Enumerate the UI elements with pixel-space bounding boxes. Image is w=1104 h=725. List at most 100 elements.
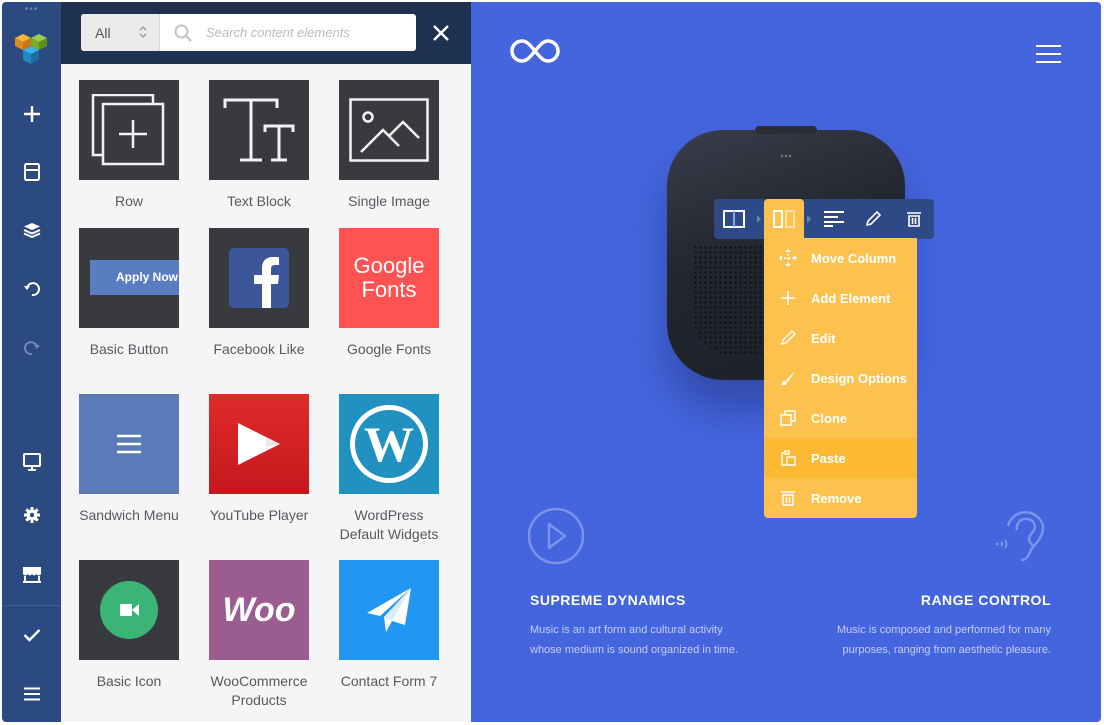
element-label: Google Fonts [346, 341, 432, 357]
element-label: Basic Button [89, 341, 169, 357]
paper-plane-icon [367, 588, 411, 632]
element-controls-button[interactable] [815, 199, 853, 239]
element-contact-form-7[interactable]: Contact Form 7 [324, 560, 454, 691]
panel-header: All [61, 2, 471, 64]
undo-icon [23, 282, 40, 297]
button-preview: Apply Now [90, 260, 179, 295]
feature-supreme-dynamics: SUPREME DYNAMICS Music is an art form an… [530, 592, 790, 660]
clone-icon [779, 410, 796, 426]
plus-icon [780, 291, 795, 305]
element-basic-button[interactable]: Apply Now Basic Button [64, 228, 194, 359]
remove-button[interactable] [894, 199, 934, 239]
close-icon[interactable] [431, 23, 451, 43]
redo-button[interactable] [2, 328, 61, 368]
play-circle-icon [527, 507, 585, 565]
publish-button[interactable] [2, 615, 61, 655]
hamburger-icon [23, 687, 40, 701]
menu-item-add-element[interactable]: Add Element [764, 278, 917, 318]
hub-button[interactable] [2, 555, 61, 595]
feature-line: Music is an art form and cultural activi… [530, 624, 723, 636]
menu-item-move-column[interactable]: Move Column [764, 238, 917, 278]
element-thumbnail [79, 560, 179, 660]
label-line: WordPress [354, 507, 424, 523]
feature-text: Music is composed and performed for many… [801, 620, 1051, 660]
element-facebook-like[interactable]: Facebook Like [194, 228, 324, 359]
menu-item-paste[interactable]: Paste [764, 438, 917, 478]
row-icon [91, 94, 165, 166]
feature-range-control: RANGE CONTROL Music is composed and perf… [801, 592, 1051, 660]
element-thumbnail: W [339, 394, 439, 494]
menu-item-edit[interactable]: Edit [764, 318, 917, 358]
row-controls-button[interactable] [714, 199, 754, 239]
search-input[interactable] [206, 25, 416, 40]
element-label: Sandwich Menu [79, 507, 179, 523]
element-google-fonts[interactable]: Google Fonts Google Fonts [324, 228, 454, 359]
templates-button[interactable] [2, 152, 61, 192]
search-field [160, 14, 416, 51]
element-thumbnail [339, 80, 439, 180]
element-sandwich-menu[interactable]: Sandwich Menu [64, 394, 194, 525]
infinity-icon[interactable] [509, 38, 561, 64]
tree-view-button[interactable] [2, 210, 61, 250]
plus-icon [23, 106, 40, 122]
feature-line: Music is composed and performed for many [837, 624, 1051, 636]
menu-item-label: Edit [811, 330, 836, 346]
move-icon [778, 249, 797, 267]
woo-icon: Woo [222, 590, 296, 629]
store-icon [22, 567, 41, 583]
menu-item-label: Clone [811, 410, 848, 426]
element-thumbnail [209, 228, 309, 328]
visual-composer-logo[interactable] [13, 28, 49, 68]
youtube-play-icon [238, 423, 280, 465]
element-wordpress-widgets[interactable]: W WordPress Default Widgets [324, 394, 454, 544]
redo-icon [23, 341, 40, 356]
template-icon [23, 163, 40, 181]
element-row[interactable]: Row [64, 80, 194, 211]
element-label: Single Image [348, 193, 430, 209]
column-controls-button[interactable] [764, 199, 804, 239]
element-thumbnail: Woo [209, 560, 309, 660]
menu-item-label: Move Column [811, 250, 897, 266]
gear-icon [23, 507, 40, 523]
element-thumbnail: Google Fonts [339, 228, 439, 328]
pencil-icon [865, 211, 881, 227]
undo-button[interactable] [2, 269, 61, 309]
menu-item-label: Design Options [811, 370, 908, 386]
breadcrumb-arrow [757, 215, 761, 223]
monitor-icon [22, 453, 41, 471]
element-text-block[interactable]: Text Block [194, 80, 324, 211]
element-basic-icon[interactable]: Basic Icon [64, 560, 194, 691]
text-align-icon [824, 211, 844, 227]
element-label: WooCommerce Products [194, 672, 324, 710]
element-thumbnail [79, 80, 179, 180]
category-select[interactable]: All [81, 14, 160, 51]
google-fonts-icon-sub: Fonts [361, 277, 417, 302]
menu-item-design-options[interactable]: Design Options [764, 358, 917, 398]
add-element-panel: All Row Text Block [61, 2, 471, 722]
menu-item-clone[interactable]: Clone [764, 398, 917, 438]
add-element-button[interactable] [2, 94, 61, 134]
check-icon [23, 629, 40, 642]
page-canvas: Move Column Add Element Edit Design Opti… [471, 2, 1101, 722]
element-label: Row [114, 193, 143, 209]
column-layout-icon [773, 210, 795, 228]
column-controls-toolbar [714, 199, 934, 239]
edit-button[interactable] [854, 199, 892, 239]
element-label: WordPress Default Widgets [324, 506, 454, 544]
row-layout-icon [723, 210, 745, 228]
menu-item-label: Paste [811, 450, 846, 466]
text-block-icon [223, 98, 295, 162]
element-thumbnail: Apply Now [79, 228, 179, 328]
menu-item-remove[interactable]: Remove [764, 478, 917, 518]
element-woocommerce-products[interactable]: Woo WooCommerce Products [194, 560, 324, 710]
facebook-icon [229, 248, 289, 308]
element-single-image[interactable]: Single Image [324, 80, 454, 211]
drag-handle[interactable]: ••• [2, 5, 61, 15]
element-thumbnail [209, 80, 309, 180]
menu-button[interactable] [2, 674, 61, 714]
settings-button[interactable] [2, 495, 61, 535]
site-menu-button[interactable] [1036, 45, 1061, 65]
responsive-view-button[interactable] [2, 442, 61, 482]
element-youtube-player[interactable]: YouTube Player [194, 394, 324, 525]
menu-item-label: Add Element [811, 290, 891, 306]
